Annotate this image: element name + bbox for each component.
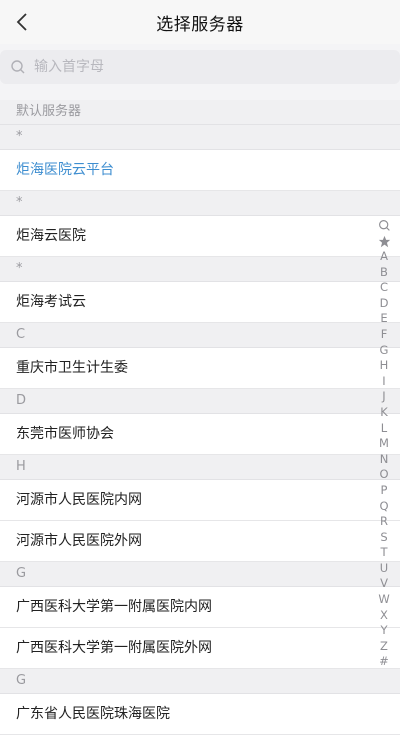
index-letter[interactable]: P xyxy=(374,483,394,499)
index-letter[interactable]: Y xyxy=(374,623,394,639)
index-letter[interactable]: C xyxy=(374,280,394,296)
index-letter[interactable]: G xyxy=(374,343,394,359)
index-letter[interactable]: F xyxy=(374,327,394,343)
chevron-left-icon xyxy=(16,13,27,31)
group-header: C xyxy=(0,323,400,348)
server-list-item[interactable]: 广西医科大学第一附属医院内网 xyxy=(0,587,400,628)
index-letter[interactable]: # xyxy=(374,654,394,670)
index-letter[interactable]: Z xyxy=(374,639,394,655)
server-list-item[interactable]: 广东省人民医院珠海医院 xyxy=(0,694,400,735)
group-header: H xyxy=(0,455,400,480)
index-letter[interactable]: X xyxy=(374,608,394,624)
index-star-icon[interactable] xyxy=(378,233,391,249)
default-section-header: 默认服务器 xyxy=(0,100,400,125)
index-letter[interactable]: O xyxy=(374,467,394,483)
index-letter[interactable]: S xyxy=(374,530,394,546)
index-letter[interactable]: T xyxy=(374,545,394,561)
index-letter[interactable]: R xyxy=(374,514,394,530)
server-list-item[interactable]: 炬海云医院 xyxy=(0,216,400,257)
index-letter[interactable]: D xyxy=(374,296,394,312)
search-icon xyxy=(11,60,25,74)
alphabet-index-bar[interactable]: A B C D E F G H I J K L M N O P Q R S T U V W X Y Z # xyxy=(374,217,394,670)
index-letter[interactable]: L xyxy=(374,421,394,437)
group-header: D xyxy=(0,389,400,414)
server-list-item[interactable]: 河源市人民医院内网 xyxy=(0,480,400,521)
server-list-item[interactable]: 广西医科大学第一附属医院外网 xyxy=(0,628,400,669)
index-letter[interactable]: Q xyxy=(374,499,394,515)
top-bar: 选择服务器 xyxy=(0,0,400,44)
server-list-item[interactable]: 炬海考试云 xyxy=(0,282,400,323)
index-letter[interactable]: B xyxy=(374,265,394,281)
group-header: * xyxy=(0,257,400,282)
server-list-item[interactable]: 河源市人民医院外网 xyxy=(0,521,400,562)
index-letter[interactable]: N xyxy=(374,452,394,468)
index-letter[interactable]: I xyxy=(374,374,394,390)
server-list-item[interactable]: 重庆市卫生计生委 xyxy=(0,348,400,389)
server-list-item[interactable]: 东莞市医师协会 xyxy=(0,414,400,455)
index-search-icon[interactable] xyxy=(378,217,391,233)
group-header: * xyxy=(0,125,400,150)
index-letter[interactable]: H xyxy=(374,358,394,374)
server-list: 默认服务器 * 炬海医院云平台 * 炬海云医院 * 炬海考试云 C 重庆市卫生计生委 D 东莞市医… xyxy=(0,100,400,735)
index-letter[interactable]: W xyxy=(374,592,394,608)
page-title: 选择服务器 xyxy=(156,14,244,35)
index-letter[interactable]: U xyxy=(374,561,394,577)
index-letter[interactable]: K xyxy=(374,405,394,421)
index-letter[interactable]: A xyxy=(374,249,394,265)
group-header: * xyxy=(0,191,400,216)
search-bar xyxy=(0,44,400,94)
group-header: G xyxy=(0,669,400,694)
group-header: G xyxy=(0,562,400,587)
index-letter[interactable]: V xyxy=(374,576,394,592)
index-letter[interactable]: M xyxy=(374,436,394,452)
index-letter[interactable]: E xyxy=(374,311,394,327)
search-box[interactable] xyxy=(0,50,400,84)
back-button[interactable] xyxy=(8,8,36,36)
server-list-item[interactable]: 炬海医院云平台 xyxy=(0,150,400,191)
index-letter[interactable]: J xyxy=(374,389,394,405)
search-input[interactable] xyxy=(32,58,376,76)
